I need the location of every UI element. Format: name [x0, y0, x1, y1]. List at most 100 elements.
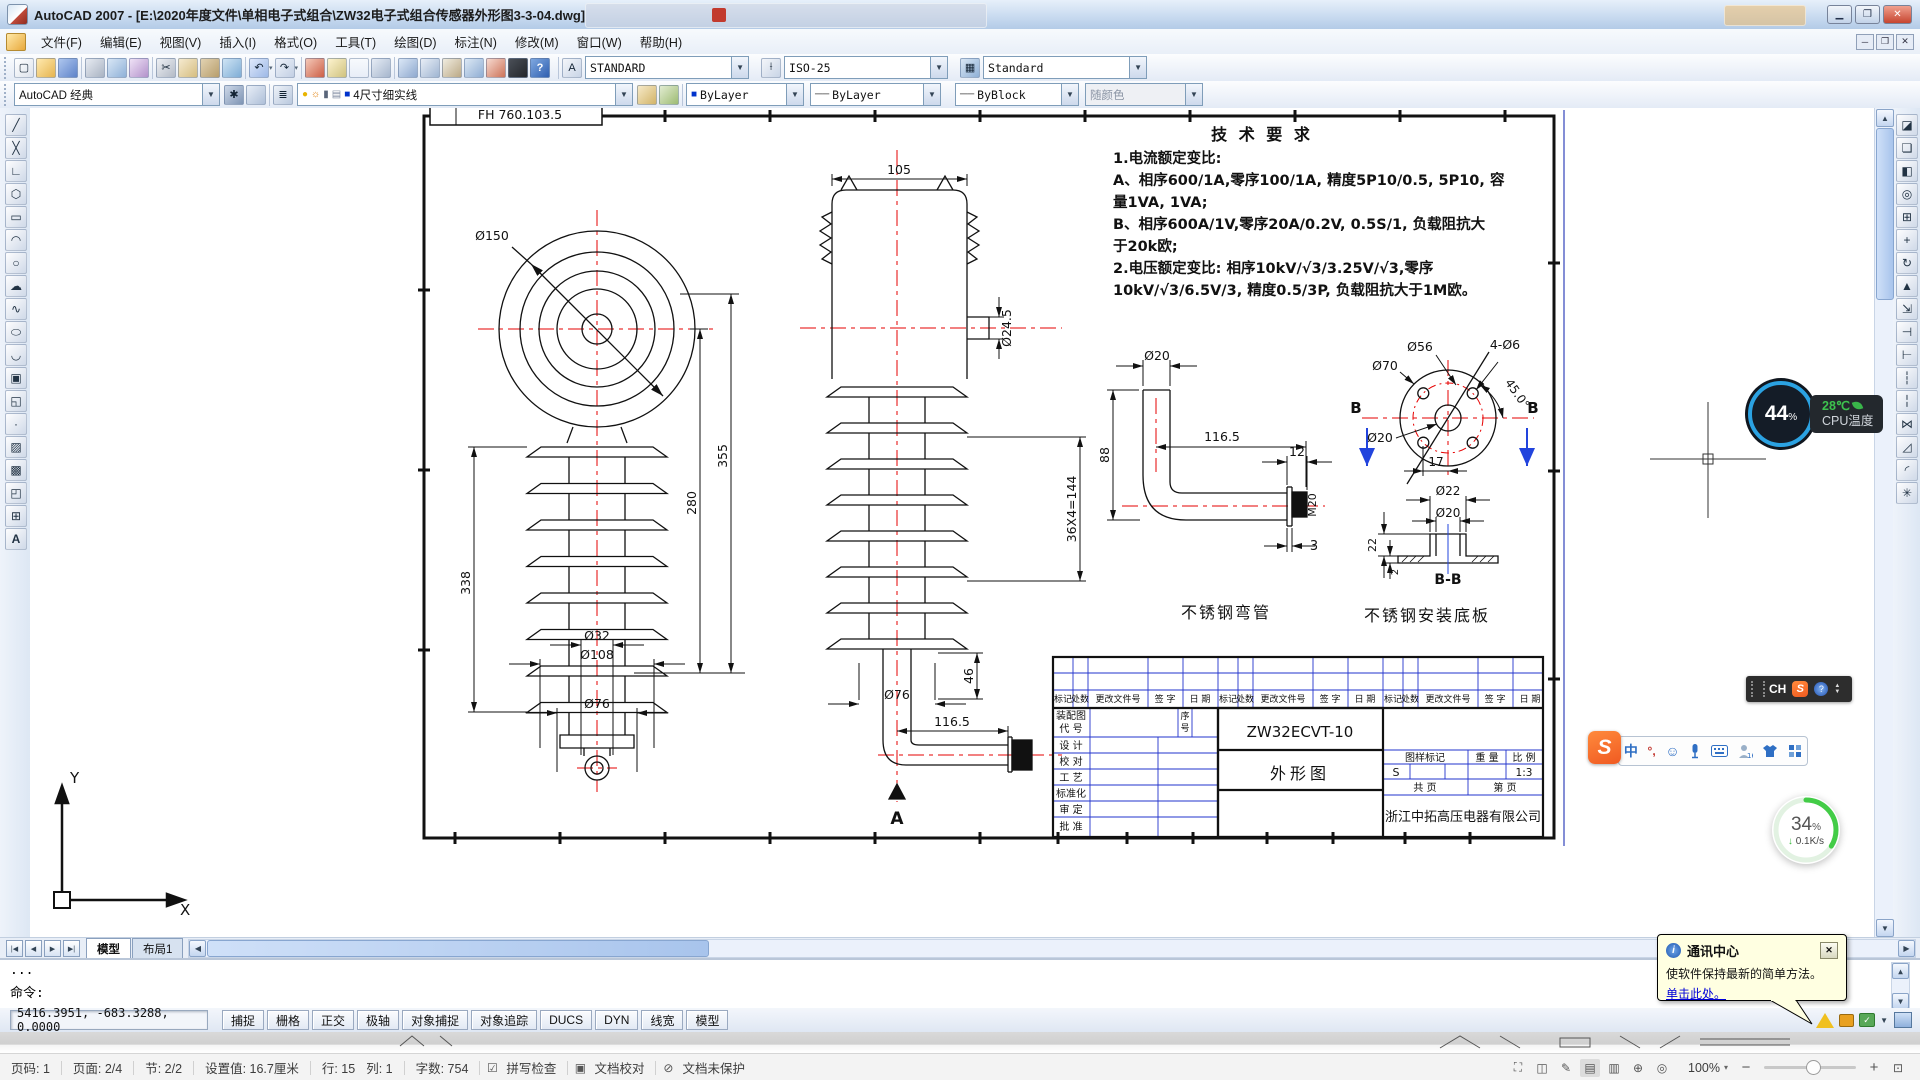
write-view-icon[interactable]: ✎ — [1556, 1059, 1576, 1077]
rotate-icon[interactable]: ↻ — [1896, 252, 1918, 274]
command-scrollbar[interactable]: ▲ ▼ — [1891, 962, 1910, 1008]
scroll-down-arrow[interactable]: ▼ — [1876, 919, 1894, 937]
new-file-button[interactable]: ▢ — [14, 58, 34, 78]
spline-icon[interactable]: ∿ — [5, 298, 27, 320]
mdi-minimize-button[interactable]: ─ — [1856, 34, 1874, 50]
table-style-dropdown-arrow[interactable]: ▼ — [1129, 57, 1146, 78]
langbar-grip[interactable] — [1751, 681, 1765, 697]
fillet-icon[interactable]: ◜ — [1896, 459, 1918, 481]
ime-help-icon[interactable]: ? — [1814, 682, 1828, 696]
zoom-in-button[interactable]: + — [1864, 1059, 1884, 1077]
dim-style-combo[interactable]: ISO-25 ▼ — [784, 56, 948, 79]
lineweight-dropdown-arrow[interactable]: ▼ — [1061, 84, 1078, 105]
polyline-icon[interactable]: ∟ — [5, 160, 27, 182]
revision-cloud-icon[interactable]: ☁ — [5, 275, 27, 297]
mdi-restore-button[interactable]: ❐ — [1876, 34, 1894, 50]
publish-button[interactable] — [129, 58, 149, 78]
color-combo[interactable]: ■ ByLayer ▼ — [686, 83, 804, 106]
sheet-set-manager-button[interactable] — [464, 58, 484, 78]
break-icon[interactable]: ╎ — [1896, 390, 1918, 412]
menu-format[interactable]: 格式(O) — [265, 28, 326, 55]
circle-icon[interactable]: ○ — [5, 252, 27, 274]
mdi-close-button[interactable]: ✕ — [1896, 34, 1914, 50]
protect-icon[interactable]: ⊘ — [658, 1059, 678, 1077]
web-view-icon[interactable]: ⊕ — [1628, 1059, 1648, 1077]
vscroll-thumb[interactable] — [1876, 128, 1894, 300]
menu-draw[interactable]: 绘图(D) — [385, 28, 445, 55]
layer-dropdown-arrow[interactable]: ▼ — [615, 84, 632, 105]
ellipse-arc-icon[interactable]: ◡ — [5, 344, 27, 366]
plot-button[interactable] — [85, 58, 105, 78]
menu-file[interactable]: 文件(F) — [32, 28, 91, 55]
eye-protect-icon[interactable]: ◎ — [1652, 1059, 1672, 1077]
extend-icon[interactable]: ⊢ — [1896, 344, 1918, 366]
redo-dropdown-arrow[interactable]: ▾ — [295, 64, 299, 72]
stretch-icon[interactable]: ⇲ — [1896, 298, 1918, 320]
model-toggle[interactable]: 模型 — [686, 1010, 728, 1030]
command-window[interactable]: ... 命令: ▲ ▼ — [0, 958, 1920, 1011]
canvas-vscrollbar[interactable]: ▲ ▼ — [1874, 108, 1893, 937]
table-icon[interactable]: ⊞ — [5, 505, 27, 527]
table-style-icon[interactable]: ▦ — [960, 58, 980, 78]
ellipse-icon[interactable]: ⬭ — [5, 321, 27, 343]
scale-icon[interactable]: ▲ — [1896, 275, 1918, 297]
command-prompt[interactable]: 命令: — [0, 978, 1920, 1001]
language-bar[interactable]: CH S ? ▲▼ — [1746, 676, 1852, 702]
break-at-point-icon[interactable]: ┆ — [1896, 367, 1918, 389]
menu-dimension[interactable]: 标注(N) — [446, 28, 506, 55]
langbar-options-icon[interactable]: ▲▼ — [1834, 683, 1840, 695]
menu-window[interactable]: 窗口(W) — [568, 28, 631, 55]
chamfer-icon[interactable]: ◿ — [1896, 436, 1918, 458]
dim-style-icon[interactable]: ⟊ — [761, 58, 781, 78]
mic-icon[interactable] — [1689, 743, 1701, 759]
osnap-toggle[interactable]: 对象捕捉 — [402, 1010, 468, 1030]
read-view-icon[interactable]: ◫ — [1532, 1059, 1552, 1077]
punctuation-icon[interactable]: °, — [1648, 744, 1656, 758]
spellcheck-icon[interactable]: ☑ — [482, 1059, 502, 1077]
explode-icon[interactable]: ✳ — [1896, 482, 1918, 504]
arc-icon[interactable]: ◠ — [5, 229, 27, 251]
layer-combo[interactable]: ● ☼ ▮ ▤ ■ 4尺寸细实线 ▼ — [297, 83, 633, 106]
cmd-scroll-up[interactable]: ▲ — [1892, 963, 1909, 979]
undo-dropdown-arrow[interactable]: ▾ — [269, 64, 273, 72]
dyn-toggle[interactable]: DYN — [595, 1010, 638, 1030]
make-block-icon[interactable]: ◱ — [5, 390, 27, 412]
join-icon[interactable]: ⋈ — [1896, 413, 1918, 435]
zoom-previous-button[interactable] — [371, 58, 391, 78]
zoom-window-button[interactable] — [349, 58, 369, 78]
move-icon[interactable]: + — [1896, 229, 1918, 251]
mirror-icon[interactable]: ◧ — [1896, 160, 1918, 182]
zoom-out-button[interactable]: − — [1736, 1059, 1756, 1077]
scroll-up-arrow[interactable]: ▲ — [1876, 109, 1894, 127]
layer-plot-icon[interactable]: ▤ — [332, 90, 341, 100]
proofread-icon[interactable]: ▣ — [570, 1059, 590, 1077]
text-style-icon[interactable]: A — [562, 58, 582, 78]
rectangle-icon[interactable]: ▭ — [5, 206, 27, 228]
layer-lock-icon[interactable]: ▮ — [323, 90, 329, 100]
wps-section[interactable]: 节: 2/2 — [134, 1058, 193, 1077]
insert-block-icon[interactable]: ▣ — [5, 367, 27, 389]
linetype-dropdown-arrow[interactable]: ▼ — [923, 84, 940, 105]
toolbar-grip[interactable] — [4, 57, 10, 79]
fullscreen-view-icon[interactable]: ⛶ — [1508, 1059, 1528, 1077]
grid-toggle[interactable]: 栅格 — [267, 1010, 309, 1030]
multiline-text-icon[interactable]: A — [5, 528, 27, 550]
trim-icon[interactable]: ⊣ — [1896, 321, 1918, 343]
zoom-realtime-button[interactable] — [327, 58, 347, 78]
quickcalc-button[interactable] — [508, 58, 528, 78]
tray-dropdown-arrow[interactable]: ▼ — [1880, 1016, 1888, 1025]
toolbox-icon[interactable] — [1788, 744, 1802, 758]
layer-on-icon[interactable]: ● — [302, 90, 308, 100]
color-dropdown-arrow[interactable]: ▼ — [786, 84, 803, 105]
workspace-save-button[interactable] — [246, 85, 266, 105]
hscroll-left-arrow[interactable]: ◀ — [189, 940, 206, 957]
hscroll-right-arrow[interactable]: ▶ — [1898, 940, 1915, 957]
gradient-icon[interactable]: ▩ — [5, 459, 27, 481]
ortho-toggle[interactable]: 正交 — [312, 1010, 354, 1030]
fit-page-icon[interactable]: ⊡ — [1888, 1059, 1908, 1077]
open-file-button[interactable] — [36, 58, 56, 78]
properties-button[interactable] — [398, 58, 418, 78]
pan-button[interactable] — [305, 58, 325, 78]
chinese-mode-icon[interactable]: 中 — [1624, 741, 1638, 761]
wps-page-number[interactable]: 页码: 1 — [0, 1058, 61, 1077]
